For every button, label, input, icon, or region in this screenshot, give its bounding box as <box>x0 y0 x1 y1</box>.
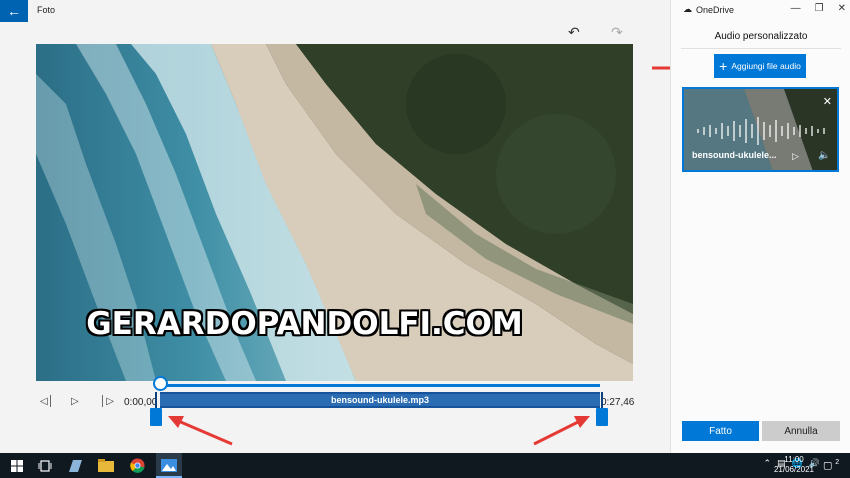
audio-track-bar[interactable]: bensound-ukulele.mp3 <box>160 392 600 408</box>
custom-audio-panel: ☁ OneDrive — ❐ ✕ Audio personalizzato + … <box>670 0 850 453</box>
onedrive-status[interactable]: ☁ OneDrive <box>683 4 734 15</box>
file-explorer-icon[interactable] <box>97 457 115 474</box>
annotation-arrow-right-icon <box>533 416 590 446</box>
next-frame-button[interactable]: │▷ <box>100 396 114 407</box>
start-time: 0:00,00 <box>124 397 158 408</box>
skip-back-icon: ◁│ <box>40 396 54 407</box>
windows-start-icon[interactable] <box>8 457 26 474</box>
photos-app-window: ← Foto ↶ ↷ GERARDOPANDOLFI.COM ◁│ ▷ │▷ 0… <box>0 0 850 453</box>
back-arrow-icon: ← <box>7 3 21 19</box>
play-button[interactable]: ▷ <box>71 396 79 407</box>
video-watermark-text: GERARDOPANDOLFI.COM <box>86 306 523 342</box>
task-view-icon[interactable] <box>36 457 54 474</box>
notes-app-icon[interactable] <box>66 457 84 474</box>
audio-track-label: bensound-ukulele.mp3 <box>330 395 429 405</box>
plus-icon: + <box>719 58 728 74</box>
undo-button[interactable]: ↶ <box>568 24 580 41</box>
notification-center[interactable]: ▢ 2 <box>823 459 839 471</box>
add-audio-label: Aggiungi file audio <box>731 61 801 71</box>
annotation-arrow-left-icon <box>168 416 233 446</box>
clock-time: 11:00 <box>784 455 804 464</box>
chrome-icon[interactable] <box>128 457 146 474</box>
back-button[interactable]: ← <box>0 0 28 22</box>
audio-preview-play-icon[interactable]: ▷ <box>792 151 799 162</box>
done-button[interactable]: Fatto <box>682 421 759 441</box>
skip-forward-icon: │▷ <box>100 396 114 407</box>
video-timeline-track[interactable] <box>160 384 600 387</box>
restore-icon[interactable]: ❐ <box>815 3 824 14</box>
notification-count: 2 <box>835 459 840 466</box>
panel-title: Audio personalizzato <box>714 31 808 42</box>
onedrive-label: OneDrive <box>696 4 735 15</box>
system-clock[interactable]: 11:00 21/06/2021 <box>772 455 816 475</box>
app-title: Foto <box>37 5 56 15</box>
end-time: 0:27,46 <box>601 397 635 408</box>
cancel-button[interactable]: Annulla <box>762 421 840 441</box>
chevron-up-icon[interactable]: ⌃ <box>764 458 772 469</box>
video-preview[interactable]: GERARDOPANDOLFI.COM <box>36 44 633 381</box>
add-audio-file-button[interactable]: + Aggiungi file audio <box>714 54 806 78</box>
remove-audio-icon[interactable]: ✕ <box>823 95 832 108</box>
notification-icon: ▢ <box>823 460 833 472</box>
play-icon: ▷ <box>71 396 79 407</box>
panel-divider <box>681 48 841 49</box>
playhead-handle[interactable] <box>153 376 168 391</box>
taskbar: ⌃ ▤ 🌐 🔊 11:00 21/06/2021 ▢ 2 <box>0 453 850 478</box>
minimize-icon[interactable]: — <box>791 3 801 14</box>
audio-card-name: bensound-ukulele... <box>692 150 777 160</box>
window-controls: — ❐ ✕ <box>791 3 846 14</box>
clock-date: 21/06/2021 <box>773 465 815 474</box>
previous-frame-button[interactable]: ◁│ <box>40 396 54 407</box>
cloud-icon: ☁ <box>683 4 692 14</box>
redo-icon: ↷ <box>611 24 623 40</box>
redo-button[interactable]: ↷ <box>611 24 623 41</box>
close-icon[interactable]: ✕ <box>838 3 846 14</box>
volume-icon[interactable]: 🔈 <box>818 150 830 161</box>
photos-app-icon[interactable] <box>160 457 178 474</box>
undo-icon: ↶ <box>568 24 580 40</box>
audio-file-card[interactable]: ✕ bensound-ukulele... ▷ 🔈 <box>682 87 839 172</box>
